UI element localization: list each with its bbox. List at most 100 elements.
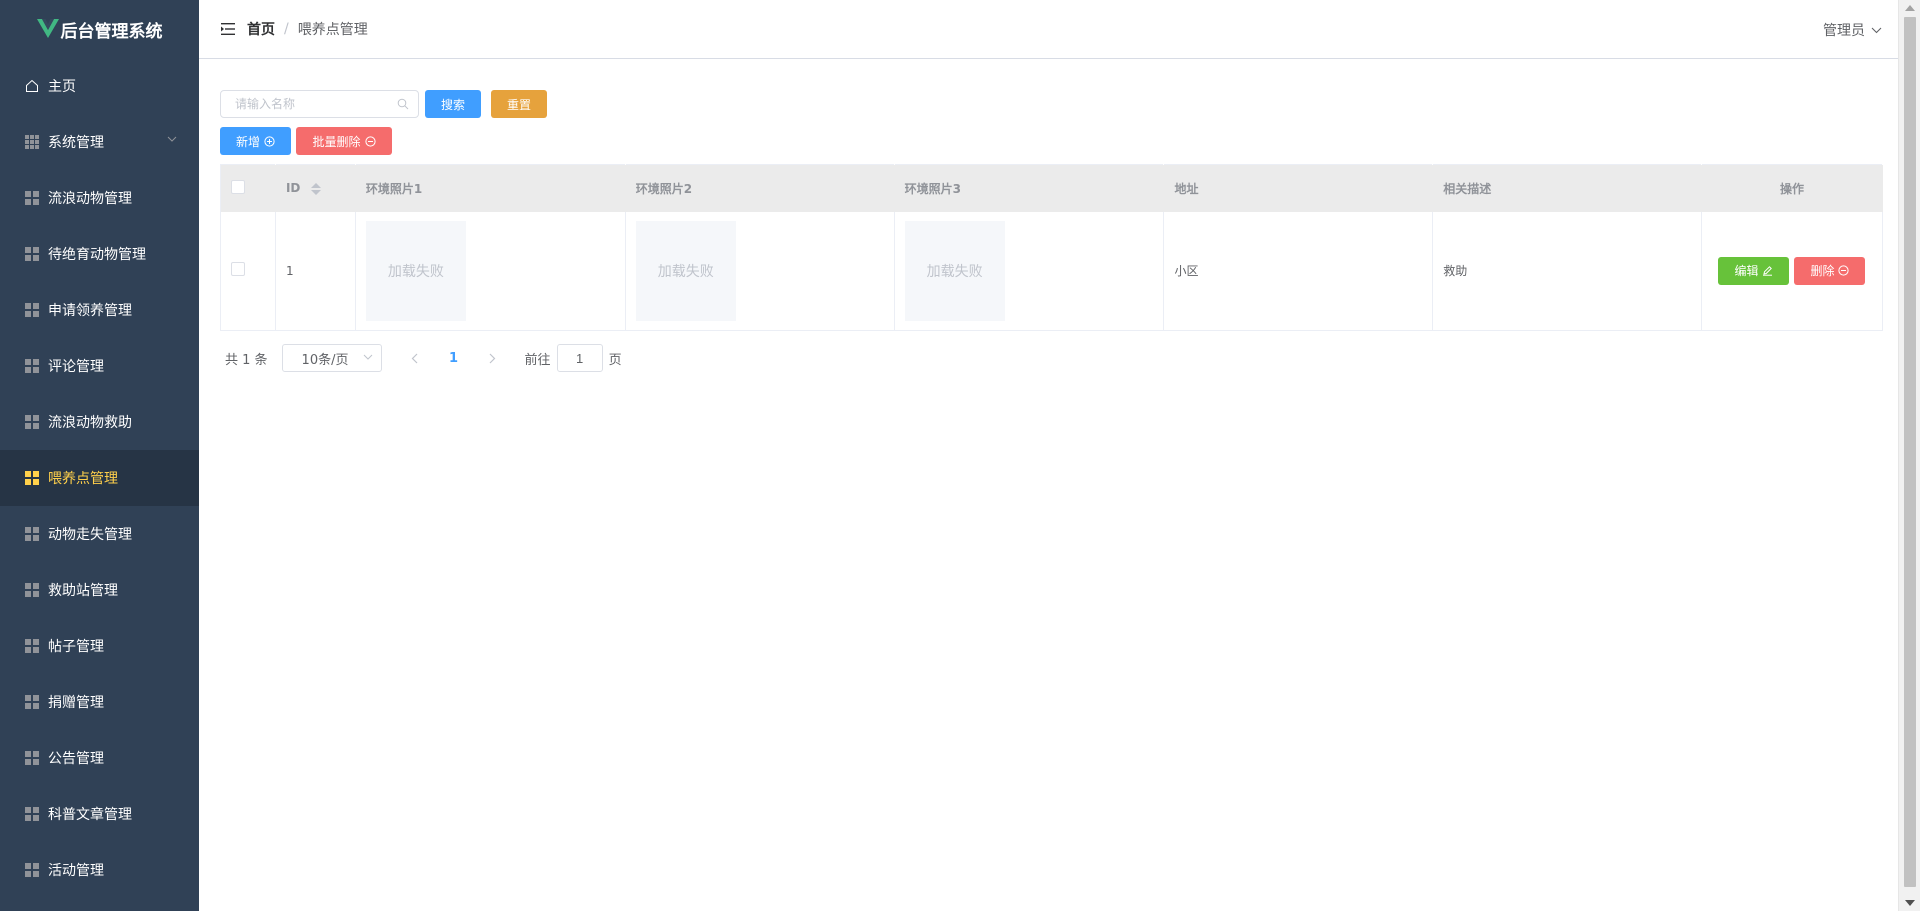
chevron-right-icon [489,353,496,363]
pagination-total: 共 1 条 [225,352,268,368]
sidebar-item-comments[interactable]: 评论管理 [0,338,199,394]
circle-minus-icon [364,135,376,147]
apps-icon [24,190,40,206]
grid-icon [24,134,40,150]
goto-page-input[interactable] [556,344,603,372]
search-input[interactable] [220,90,419,118]
sidebar-item-lost-animals[interactable]: 动物走失管理 [0,506,199,562]
cell-photo2: 加载失败 [625,211,895,331]
column-header-photo1: 环境照片1 [355,164,626,212]
edit-button[interactable]: 编辑 [1718,256,1790,285]
sidebar-item-announcements[interactable]: 公告管理 [0,730,199,786]
top-navbar: 首页 / 喂养点管理 管理员 [199,0,1898,59]
apps-icon [24,470,40,486]
chevron-left-icon [411,353,418,363]
apps-icon [24,750,40,766]
add-button[interactable]: 新增 [220,127,291,155]
search-toolbar: 搜索 重置 [220,90,1883,118]
sidebar-item-activities[interactable]: 活动管理 [0,842,199,898]
select-all-checkbox[interactable] [231,179,245,194]
scroll-up-arrow[interactable] [1905,5,1915,11]
column-header-id[interactable]: ID [275,164,356,212]
sidebar-item-neuter[interactable]: 待绝育动物管理 [0,226,199,282]
apps-icon [24,806,40,822]
cell-description: 救助 [1432,211,1702,331]
hamburger-icon[interactable] [221,22,235,36]
sidebar-logo[interactable]: 后台管理系统 [0,0,199,58]
sidebar-item-label: 申请领养管理 [48,303,132,319]
scrollbar-thumb[interactable] [1904,17,1916,887]
next-page-button[interactable] [486,353,500,364]
user-name: 管理员 [1823,23,1865,39]
app-title: 后台管理系统 [60,21,163,42]
page-number-current[interactable]: 1 [447,351,461,366]
sidebar-item-stray-animals[interactable]: 流浪动物管理 [0,170,199,226]
table-header-row: ID 环境照片1 环境照片2 环境照片3 地址 相关描述 操作 [220,164,1883,212]
breadcrumb-home[interactable]: 首页 [247,19,275,39]
column-header-photo3: 环境照片3 [894,164,1164,212]
sidebar-item-label: 公告管理 [48,751,104,767]
add-button-label: 新增 [235,134,260,149]
breadcrumb-current: 喂养点管理 [297,22,368,38]
cell-photo1: 加载失败 [355,211,626,331]
sidebar-item-feeding-points[interactable]: 喂养点管理 [0,450,199,506]
prev-page-button[interactable] [408,353,422,364]
apps-icon [24,302,40,318]
action-toolbar: 新增 批量删除 [220,127,1883,155]
sidebar-item-home[interactable]: 主页 [0,58,199,114]
batch-delete-label: 批量删除 [312,134,361,149]
home-icon [24,78,40,94]
user-dropdown[interactable]: 管理员 [1823,20,1882,40]
image-placeholder: 加载失败 [365,220,466,321]
header-select-all [220,164,276,212]
sidebar-item-label: 活动管理 [48,863,104,879]
circle-minus-icon [1838,265,1850,276]
sidebar-menu: 主页 系统管理 流浪动物管理 待绝育动物管理 申请领养管理 评论管理 流浪动物救… [0,58,199,898]
sidebar-item-label: 评论管理 [48,359,104,375]
table-row: 1 加载失败 加载失败 加载失败 小区 救助 编辑 删除 [220,211,1883,331]
column-header-address: 地址 [1163,164,1433,212]
chevron-down-icon [363,354,372,360]
search-icon [397,98,409,110]
sidebar-item-label: 帖子管理 [48,639,104,655]
apps-icon [24,694,40,710]
image-placeholder: 加载失败 [635,220,736,321]
breadcrumb-separator: / [284,21,289,37]
sort-icon[interactable] [310,182,321,195]
main-content: 搜索 重置 新增 批量删除 ID [220,90,1883,372]
row-checkbox[interactable] [231,262,245,277]
chevron-down-icon [167,136,177,142]
sidebar-item-donations[interactable]: 捐赠管理 [0,674,199,730]
sidebar-item-label: 捐赠管理 [48,695,104,711]
column-header-description: 相关描述 [1432,164,1702,212]
sidebar-item-posts[interactable]: 帖子管理 [0,618,199,674]
apps-icon [24,414,40,430]
cell-id: 1 [275,211,356,331]
sidebar-item-rescue-stations[interactable]: 救助站管理 [0,562,199,618]
apps-icon [24,358,40,374]
reset-button[interactable]: 重置 [491,90,547,118]
edit-icon [1763,266,1773,276]
pagination: 共 1 条 10条/页 1 前往 页 [220,344,1883,372]
vertical-scrollbar[interactable] [1898,0,1920,911]
page-size-select[interactable]: 10条/页 [281,344,382,372]
sidebar-item-system[interactable]: 系统管理 [0,114,199,170]
image-placeholder: 加载失败 [904,220,1005,321]
sidebar-item-label: 喂养点管理 [48,471,118,487]
search-button[interactable]: 搜索 [425,90,481,118]
delete-button[interactable]: 删除 [1794,256,1866,285]
sidebar-item-label: 科普文章管理 [48,807,132,823]
sidebar: 后台管理系统 主页 系统管理 流浪动物管理 待绝育动物管理 申请领养管理 评论管… [0,0,199,911]
sidebar-item-label: 流浪动物救助 [48,415,132,431]
circle-plus-icon [264,135,275,147]
sidebar-item-rescue[interactable]: 流浪动物救助 [0,394,199,450]
breadcrumb: 首页 / 喂养点管理 [247,19,368,39]
batch-delete-button[interactable]: 批量删除 [296,127,392,155]
edit-button-label: 编辑 [1734,264,1759,279]
cell-address: 小区 [1163,211,1434,331]
sidebar-item-adoption[interactable]: 申请领养管理 [0,282,199,338]
page-suffix-label: 页 [608,352,622,368]
apps-icon [24,638,40,654]
sidebar-item-articles[interactable]: 科普文章管理 [0,786,199,842]
scroll-down-arrow[interactable] [1905,900,1915,906]
